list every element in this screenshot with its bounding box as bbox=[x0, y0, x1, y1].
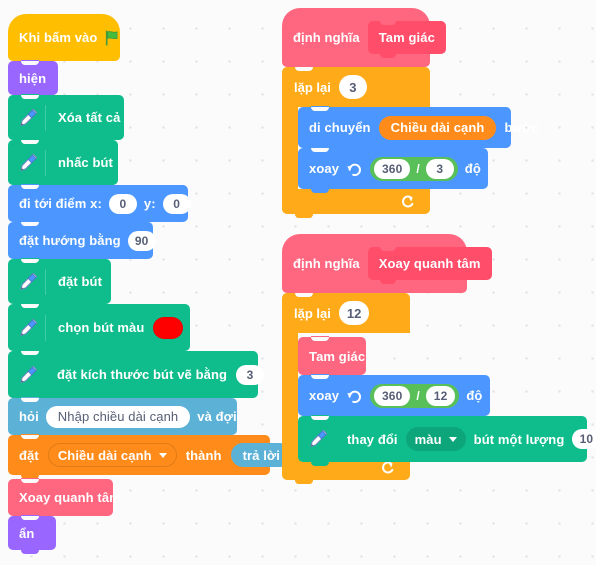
call-tam-giac-label: Tam giác bbox=[309, 348, 366, 364]
pen-up-label: nhấc bút bbox=[58, 155, 113, 170]
pen-icon bbox=[15, 105, 41, 131]
block-pen-down[interactable]: đặt bút bbox=[8, 258, 111, 308]
change-pen-amount-input[interactable]: 10 bbox=[572, 429, 596, 449]
turn-right-icon bbox=[346, 387, 363, 404]
steps-label: bước bbox=[504, 120, 539, 135]
block-pen-up[interactable]: nhấc bút bbox=[8, 139, 118, 189]
turn-label: xoay bbox=[309, 161, 340, 176]
block-workspace[interactable]: Khi bấm vào hiện Xóa tất cả nhấc bút đi … bbox=[0, 0, 596, 565]
procedure-name-tam-giac: Tam giác bbox=[378, 30, 435, 45]
divide-operator-symbol: / bbox=[416, 388, 420, 403]
variable-dropdown-value: Chiều dài cạnh bbox=[57, 447, 152, 463]
pen-icon bbox=[15, 362, 41, 388]
set-pen-color-label: chọn bút màu bbox=[58, 320, 145, 335]
move-label: di chuyển bbox=[309, 120, 371, 135]
degrees-label: độ bbox=[466, 388, 483, 403]
pen-divider bbox=[45, 149, 46, 176]
call-xoay-quanh-tam-label: Xoay quanh tâm bbox=[19, 490, 121, 505]
repeat-3-footer bbox=[282, 189, 430, 218]
turn-right-icon bbox=[346, 160, 363, 177]
block-define-xoay-quanh-tam[interactable]: định nghĩa Xoay quanh tâm bbox=[282, 234, 492, 297]
set-variable-to-label: thành bbox=[185, 447, 222, 463]
set-pen-size-label: đặt kích thước bút vẽ bằng bbox=[57, 367, 228, 382]
chevron-down-icon bbox=[448, 436, 457, 442]
block-move-steps[interactable]: di chuyển Chiều dài cạnh bước bbox=[298, 106, 539, 152]
pen-icon bbox=[305, 426, 331, 452]
change-pen-by-label: bút một lượng bbox=[473, 431, 565, 447]
chevron-down-icon bbox=[158, 452, 167, 458]
block-set-pen-color[interactable]: chọn bút màu bbox=[8, 303, 190, 355]
operator-divide[interactable]: 360 / 12 bbox=[370, 383, 460, 408]
procedure-name-xoay-quanh-tam: Xoay quanh tâm bbox=[378, 256, 481, 271]
block-erase-all[interactable]: Xóa tất cả bbox=[8, 94, 124, 144]
block-go-to-xy[interactable]: đi tới điểm x: 0 y: 0 bbox=[8, 184, 191, 226]
divide-operand-a[interactable]: 360 bbox=[374, 385, 411, 406]
block-define-tam-giac[interactable]: định nghĩa Tam giác bbox=[282, 8, 446, 71]
block-turn-right[interactable]: xoay 360 / 3 độ bbox=[298, 147, 488, 193]
repeat-3-header[interactable]: lặp lại 3 bbox=[282, 67, 430, 107]
pen-color-swatch[interactable] bbox=[153, 316, 184, 339]
erase-all-label: Xóa tất cả bbox=[58, 110, 121, 125]
set-pen-size-input[interactable]: 3 bbox=[236, 364, 265, 385]
block-point-in-direction[interactable]: đặt hướng bằng 90 bbox=[8, 221, 156, 263]
block-set-pen-size[interactable]: đặt kích thước bút vẽ bằng 3 bbox=[8, 350, 265, 402]
operator-divide[interactable]: 360 / 3 bbox=[370, 156, 458, 181]
repeat-times-input[interactable]: 12 bbox=[338, 301, 370, 325]
go-to-xy-label-y: y: bbox=[143, 196, 156, 211]
point-direction-label: đặt hướng bằng bbox=[19, 233, 121, 248]
degrees-label: độ bbox=[464, 161, 481, 176]
block-call-tam-giac[interactable]: Tam giác bbox=[298, 336, 366, 379]
block-set-variable[interactable]: đặt Chiều dài cạnh thành trả lời bbox=[8, 434, 292, 479]
divide-operator-symbol: / bbox=[416, 161, 420, 176]
change-pen-label: thay đổi bbox=[347, 431, 398, 447]
define-label: định nghĩa bbox=[293, 30, 360, 45]
go-to-xy-input-x[interactable]: 0 bbox=[108, 193, 137, 214]
block-change-pen-param[interactable]: thay đổi màu bút một lượng 10 bbox=[298, 415, 596, 466]
green-flag-icon bbox=[104, 29, 122, 47]
block-when-flag-clicked[interactable]: Khi bấm vào bbox=[8, 14, 122, 65]
when-flag-label: Khi bấm vào bbox=[19, 30, 98, 45]
pen-param-dropdown-value: màu bbox=[414, 431, 442, 447]
repeat-label: lặp lại bbox=[294, 79, 331, 95]
divide-operand-a[interactable]: 360 bbox=[374, 158, 411, 179]
ask-label: hỏi bbox=[19, 409, 39, 424]
block-show[interactable]: hiện bbox=[8, 60, 58, 99]
define-label: định nghĩa bbox=[293, 256, 360, 271]
go-to-xy-label-x: đi tới điểm x: bbox=[19, 196, 102, 211]
repeat-12-header[interactable]: lặp lại 12 bbox=[282, 293, 410, 333]
ask-input[interactable]: Nhập chiều dài cạnh bbox=[45, 405, 191, 428]
pen-icon bbox=[15, 315, 41, 341]
pen-divider bbox=[45, 104, 46, 131]
block-ask-and-wait[interactable]: hỏi Nhập chiều dài cạnh và đợi bbox=[8, 397, 237, 439]
set-variable-label: đặt bbox=[19, 447, 39, 463]
divide-operand-b[interactable]: 3 bbox=[425, 158, 454, 179]
variable-reporter-chieu-dai-canh[interactable]: Chiều dài cạnh bbox=[378, 115, 497, 140]
block-turn-right[interactable]: xoay 360 / 12 độ bbox=[298, 374, 490, 420]
repeat-times-input[interactable]: 3 bbox=[338, 75, 367, 99]
procedure-prototype-tam-giac[interactable]: Tam giác bbox=[367, 21, 446, 58]
loop-arrow-icon bbox=[400, 194, 416, 210]
pen-icon bbox=[15, 150, 41, 176]
procedure-prototype-xoay-quanh-tam[interactable]: Xoay quanh tâm bbox=[367, 247, 492, 284]
and-wait-label: và đợi bbox=[197, 409, 237, 424]
pen-icon bbox=[15, 269, 41, 295]
pen-param-dropdown[interactable]: màu bbox=[405, 427, 466, 451]
pen-down-label: đặt bút bbox=[58, 274, 103, 289]
go-to-xy-input-y[interactable]: 0 bbox=[162, 193, 191, 214]
hide-label: ẩn bbox=[19, 525, 35, 541]
block-call-xoay-quanh-tam[interactable]: Xoay quanh tâm bbox=[8, 478, 121, 520]
repeat-label: lặp lại bbox=[294, 305, 331, 321]
block-hide[interactable]: ẩn bbox=[8, 515, 56, 554]
show-label: hiện bbox=[19, 70, 47, 86]
pen-divider bbox=[45, 268, 46, 295]
divide-operand-b[interactable]: 12 bbox=[425, 385, 456, 406]
point-direction-input[interactable]: 90 bbox=[127, 230, 156, 251]
variable-dropdown[interactable]: Chiều dài cạnh bbox=[47, 443, 177, 467]
turn-label: xoay bbox=[309, 388, 340, 403]
pen-divider bbox=[45, 314, 46, 341]
